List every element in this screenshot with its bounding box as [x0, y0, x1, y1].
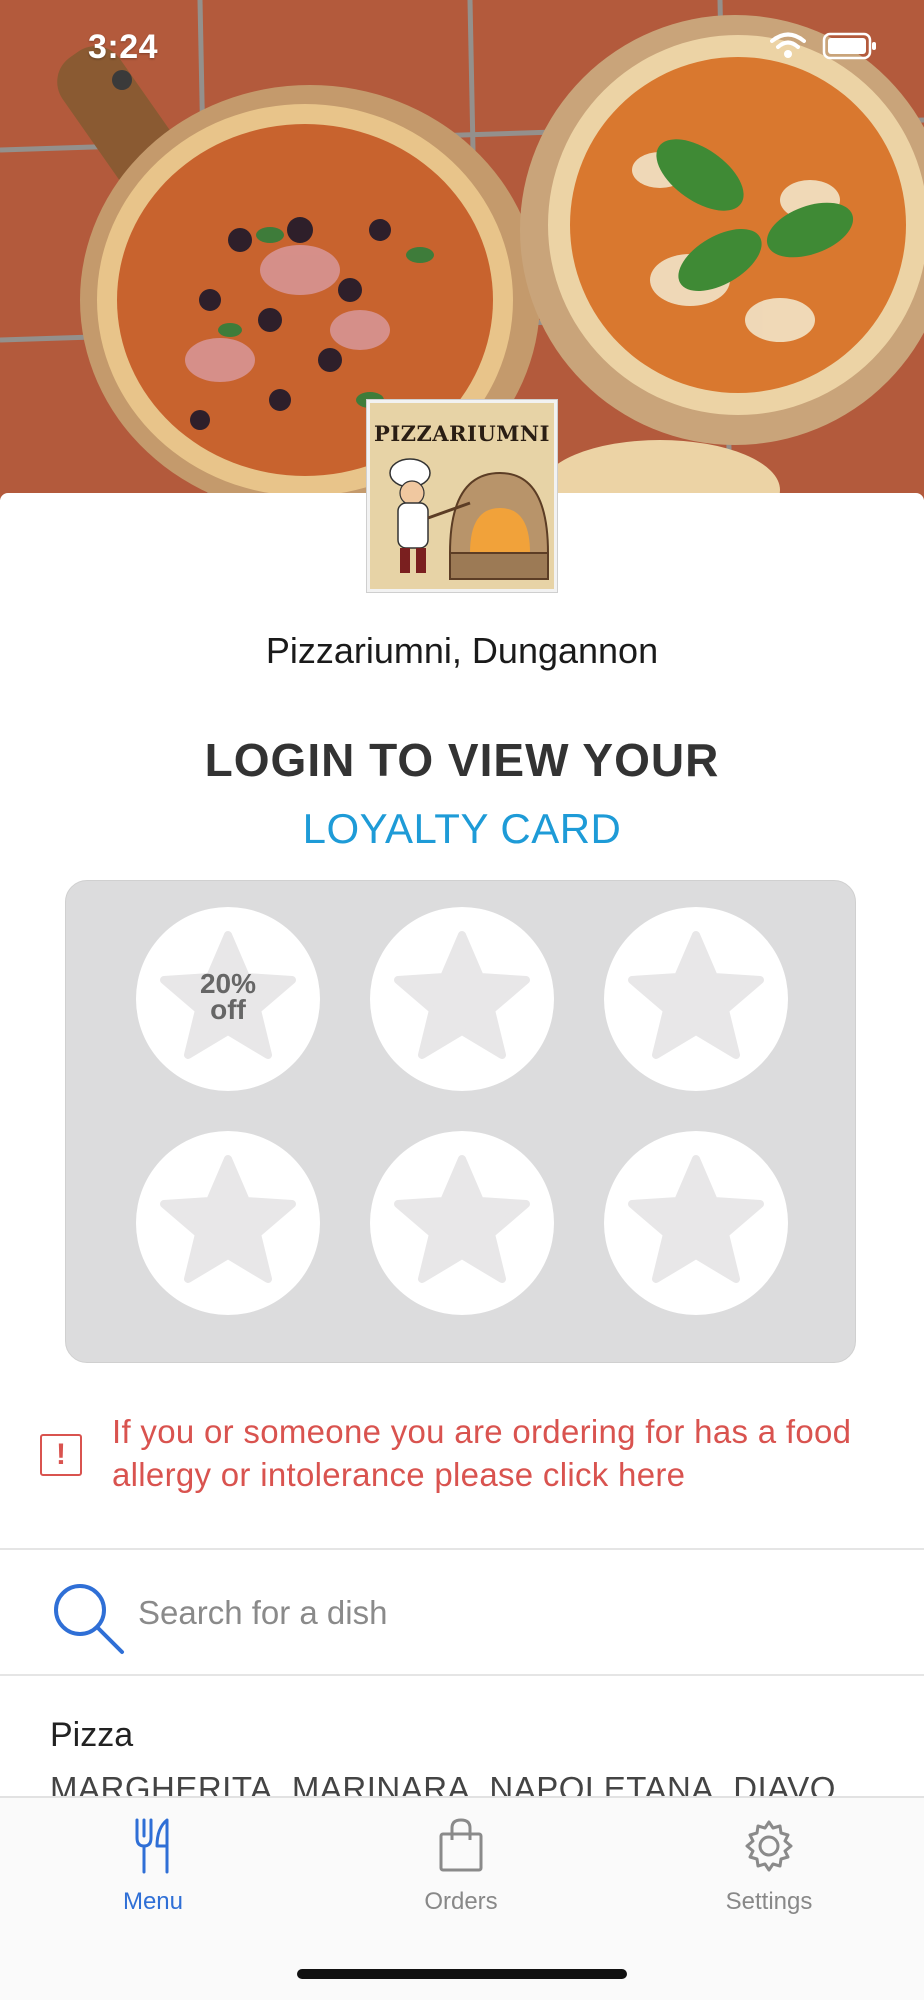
star-icon [628, 931, 764, 1059]
menu-category-pizza[interactable]: Pizza MARGHERITA, MARINARA, NAPOLETANA, … [0, 1676, 924, 1796]
tab-orders-label: Orders [424, 1888, 498, 1915]
loyalty-stamp [604, 907, 788, 1091]
star-icon [160, 1155, 296, 1283]
shopping-bag-icon [361, 1818, 561, 1874]
category-title: Pizza [50, 1716, 134, 1754]
allergy-notice[interactable]: ! If you or someone you are ordering for… [40, 1410, 900, 1510]
restaurant-logo: PIZZARIUMNI [367, 400, 557, 592]
search-icon[interactable] [48, 1578, 128, 1663]
loyalty-card-grid: 20% off [65, 880, 856, 1363]
tab-settings-label: Settings [725, 1888, 813, 1915]
loyalty-stamp: 20% off [136, 907, 320, 1091]
search-input[interactable] [138, 1586, 878, 1640]
tab-settings[interactable]: Settings [669, 1818, 869, 1928]
star-icon [394, 931, 530, 1059]
star-icon [628, 1155, 764, 1283]
login-heading[interactable]: LOGIN TO VIEW YOUR [0, 733, 924, 787]
stamp-label-line2: off [210, 994, 246, 1025]
search-bar[interactable] [0, 1550, 924, 1674]
stamp-label: 20% off [136, 970, 320, 1025]
status-time: 3:24 [88, 28, 159, 66]
star-icon [394, 1155, 530, 1283]
loyalty-stamp [370, 1131, 554, 1315]
fork-knife-icon [53, 1818, 253, 1874]
gear-icon [669, 1818, 869, 1874]
home-indicator [297, 1969, 627, 1979]
loyalty-stamp [370, 907, 554, 1091]
battery-icon [822, 32, 878, 65]
loyalty-stamp [604, 1131, 788, 1315]
tab-menu-label: Menu [122, 1888, 184, 1915]
loyalty-stamp [136, 1131, 320, 1315]
allergy-text[interactable]: If you or someone you are ordering for h… [112, 1410, 912, 1496]
tab-orders[interactable]: Orders [361, 1818, 561, 1928]
wifi-icon [770, 32, 806, 65]
tab-menu[interactable]: Menu [53, 1818, 253, 1928]
exclamation-icon: ! [40, 1434, 82, 1476]
loyalty-card-link[interactable]: LOYALTY CARD [0, 805, 924, 853]
status-icons [770, 32, 878, 65]
category-items: MARGHERITA, MARINARA, NAPOLETANA, DIAVOL… [50, 1770, 870, 1796]
restaurant-name: Pizzariumni, Dungannon [265, 630, 659, 671]
